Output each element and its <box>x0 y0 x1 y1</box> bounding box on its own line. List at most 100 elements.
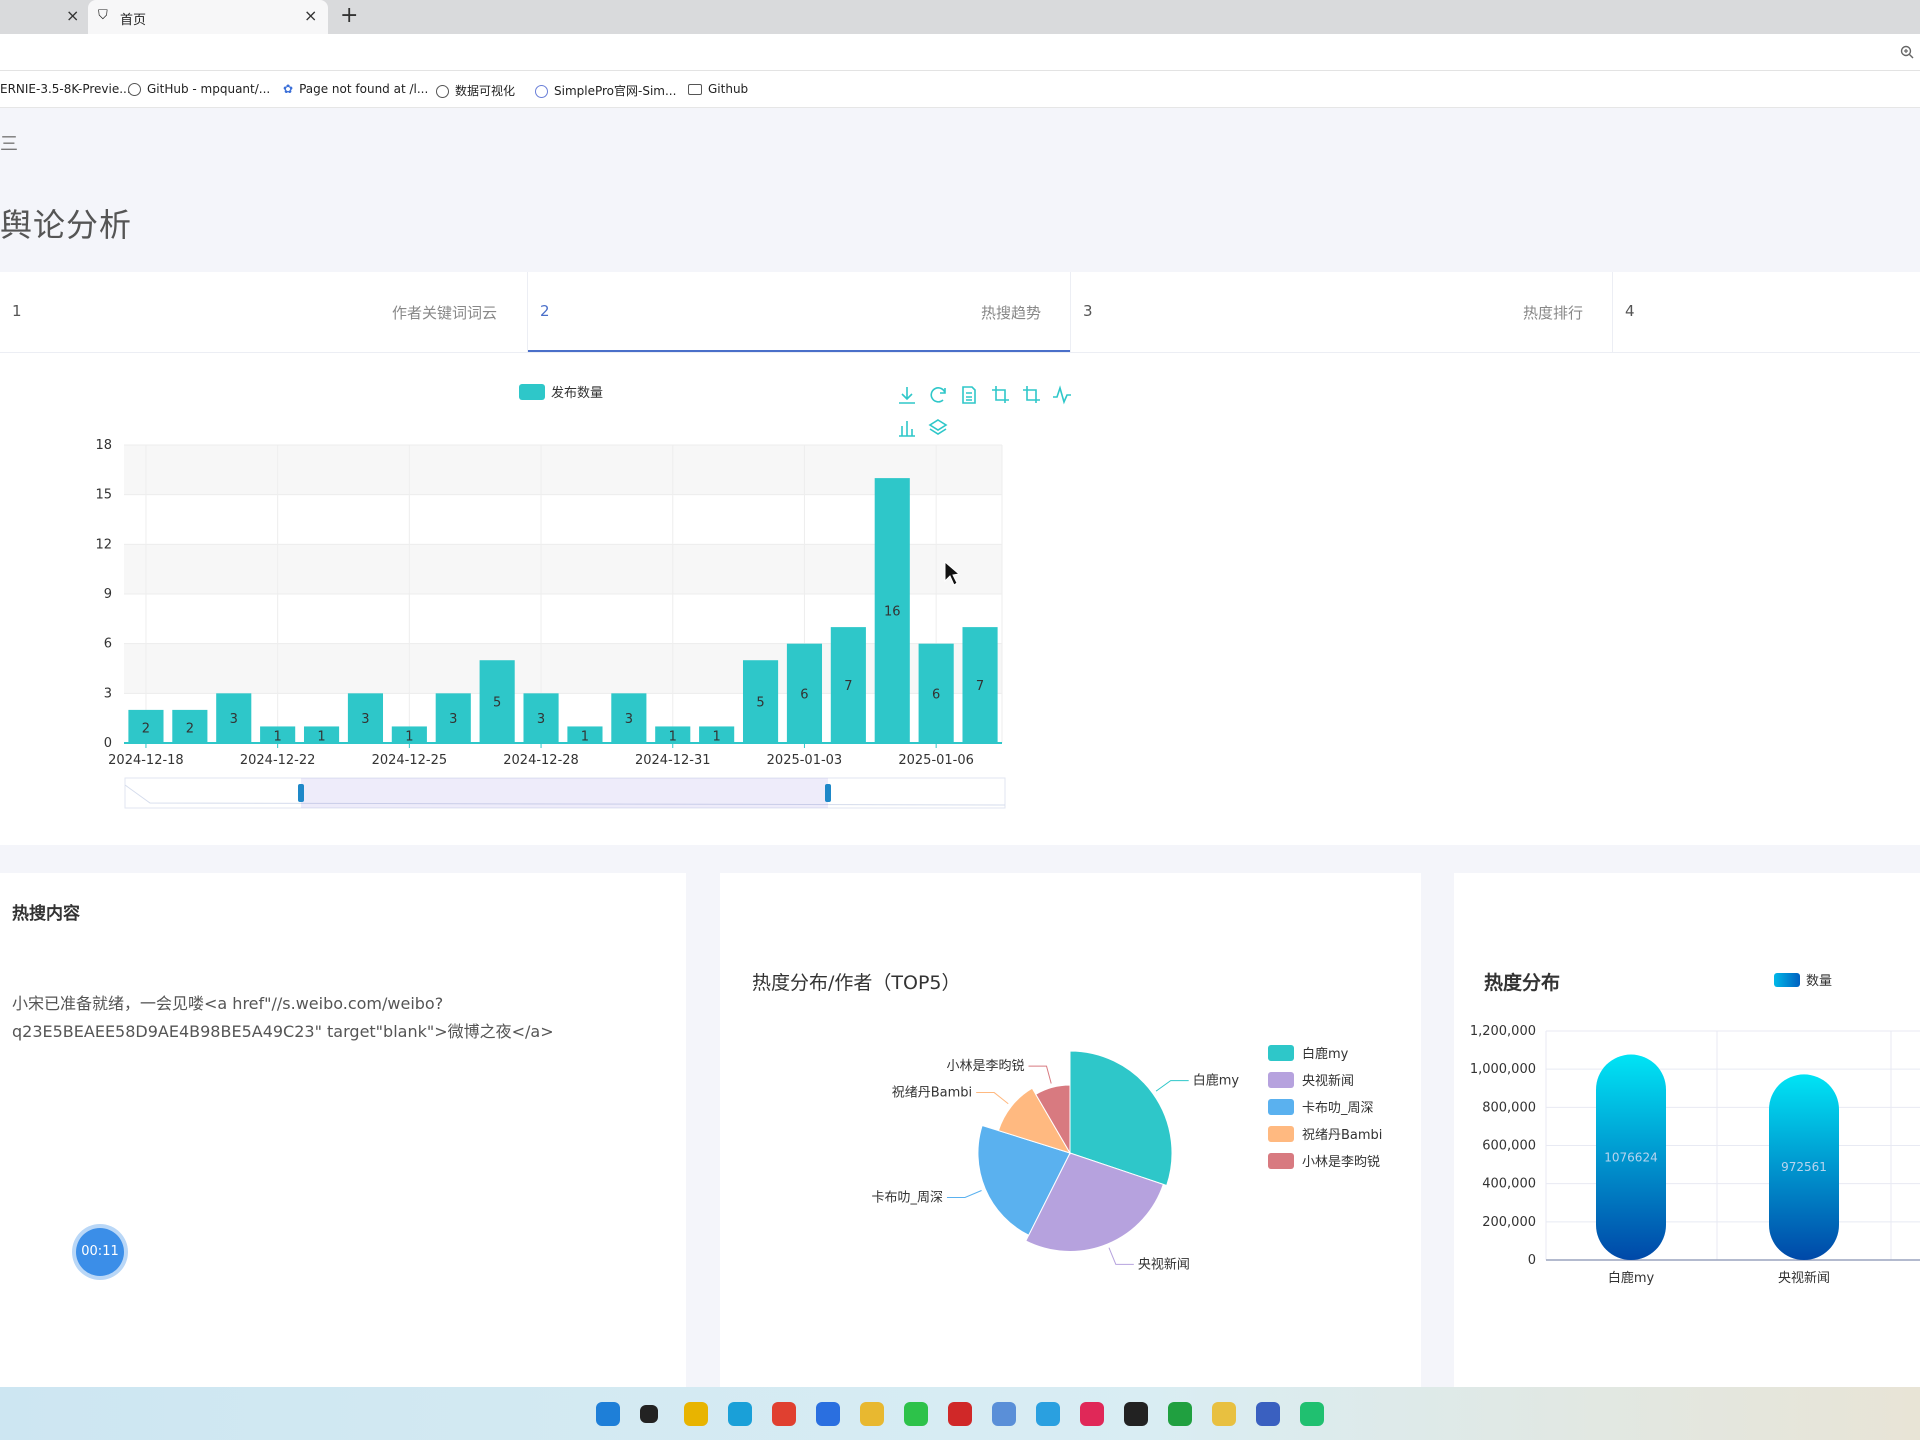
step-hot-ranking[interactable]: 3 热度排行 <box>1071 272 1612 352</box>
task-view-icon[interactable] <box>640 1405 658 1423</box>
bar-value-label: 2 <box>186 721 194 736</box>
site-icon <box>535 85 548 98</box>
tab-title: 首页 <box>120 13 147 28</box>
close-tab-icon[interactable]: × <box>66 6 79 25</box>
zoom-reset-icon-path <box>1023 386 1040 403</box>
label-leader-line <box>1108 1247 1134 1265</box>
zoom-reset-icon[interactable] <box>1023 386 1040 403</box>
wechat-icon[interactable] <box>904 1402 928 1426</box>
os-taskbar <box>0 1387 1920 1440</box>
label-leader-line <box>976 1092 1009 1105</box>
zoom-icon[interactable] <box>992 386 1009 403</box>
x-tick-label: 2024-12-25 <box>372 753 448 768</box>
step-number: 1 <box>12 302 22 320</box>
y-tick-label: 3 <box>104 686 112 701</box>
network-app-icon[interactable] <box>992 1402 1016 1426</box>
legend-label[interactable]: 祝绪丹Bambi <box>1302 1128 1382 1143</box>
bar-value-label: 3 <box>537 712 545 727</box>
pycharm-icon[interactable] <box>1300 1402 1324 1426</box>
legend-swatch[interactable] <box>1774 973 1800 987</box>
legend-swatch[interactable] <box>519 384 545 400</box>
legend-swatch[interactable] <box>1268 1153 1294 1169</box>
x-tick-label: 2024-12-28 <box>503 753 579 768</box>
bookmark-item[interactable]: GitHub - mpquant/... <box>128 82 270 96</box>
browser-tab[interactable]: × <box>0 0 86 34</box>
legend-label[interactable]: 数量 <box>1806 974 1832 989</box>
plot-band <box>124 693 1002 743</box>
legend-swatch[interactable] <box>1268 1072 1294 1088</box>
y-tick-label: 15 <box>95 488 112 503</box>
legend-swatch[interactable] <box>1268 1099 1294 1115</box>
bookmark-item[interactable]: Github <box>688 82 748 96</box>
new-tab-button[interactable]: + <box>340 3 358 28</box>
bar-value-label: 3 <box>449 712 457 727</box>
globe-icon <box>436 85 449 98</box>
edge-browser-icon[interactable] <box>728 1402 752 1426</box>
data-view-icon[interactable] <box>962 386 976 404</box>
plot-band <box>124 494 1002 545</box>
step-four[interactable]: 4 <box>1613 272 1920 352</box>
close-tab-icon[interactable]: × <box>304 6 317 25</box>
stack-icon[interactable] <box>928 419 948 435</box>
step-hot-trend[interactable]: 2 热搜趋势 <box>528 272 1070 352</box>
shield-app-icon[interactable] <box>684 1402 708 1426</box>
legend-label[interactable]: 小林是李昀锐 <box>1302 1155 1380 1170</box>
start-icon[interactable] <box>596 1402 620 1426</box>
app-icon[interactable] <box>1080 1402 1104 1426</box>
bookmark-item[interactable]: ✿ Page not found at /l... <box>283 82 428 96</box>
app-icon[interactable] <box>1168 1402 1192 1426</box>
step-word-cloud[interactable]: 1 作者关键词词云 <box>0 272 527 352</box>
y-tick-label: 18 <box>95 438 112 453</box>
timer-badge[interactable]: 00:11 <box>76 1228 124 1276</box>
address-bar[interactable] <box>0 34 1920 71</box>
legend-label[interactable]: 卡布叻_周深 <box>1302 1101 1374 1116</box>
bar-icon[interactable] <box>899 421 915 437</box>
hot-search-card: 热搜内容 <box>0 873 686 1387</box>
refresh-icon[interactable] <box>930 387 946 403</box>
zoom-icon[interactable] <box>1900 45 1914 59</box>
bar-value-label: 16 <box>884 605 901 620</box>
step-number: 2 <box>540 302 550 320</box>
pie-label: 白鹿my <box>1193 1073 1240 1089</box>
legend-swatch[interactable] <box>1268 1045 1294 1061</box>
y-tick-label: 400,000 <box>1482 1177 1536 1192</box>
chat-app-icon[interactable] <box>1036 1402 1060 1426</box>
line-icon[interactable] <box>1053 385 1071 405</box>
app-icon[interactable] <box>816 1402 840 1426</box>
bar-value-label: 6 <box>932 687 940 702</box>
app-icon[interactable] <box>1212 1402 1236 1426</box>
datazoom-handle-left[interactable] <box>298 784 304 802</box>
browser-tab-bar: × ⛉ 首页 × + <box>0 0 1920 34</box>
publish-count-bar-chart: 03691215182 231 131353131 156716672024-12-1… <box>95 384 1071 809</box>
legend-label[interactable]: 发布数量 <box>551 385 603 401</box>
legend-label[interactable]: 央视新闻 <box>1302 1073 1354 1089</box>
legend-swatch[interactable] <box>1268 1126 1294 1142</box>
download-icon[interactable] <box>899 387 915 404</box>
globe-icon <box>128 83 141 96</box>
y-tick-label: 800,000 <box>1482 1100 1536 1115</box>
legend-label[interactable]: 白鹿my <box>1302 1046 1349 1062</box>
pie-label: 卡布叻_周深 <box>871 1191 943 1206</box>
browser-tab-active[interactable]: ⛉ 首页 × <box>88 0 328 34</box>
datazoom-window[interactable] <box>301 778 828 808</box>
qq-icon[interactable] <box>1124 1402 1148 1426</box>
hot-search-line: 小宋已准备就绪，一会见喽<a href"//s.weibo.com/weibo? <box>12 994 444 1013</box>
x-tick-label: 2024-12-31 <box>635 753 711 768</box>
menu-icon[interactable]: 三 <box>0 130 18 156</box>
bookmark-label: 数据可视化 <box>455 84 516 98</box>
bookmark-item[interactable]: 数据可视化 <box>436 82 515 99</box>
y-tick-label: 6 <box>104 637 112 652</box>
step-label: 热度排行 <box>1523 304 1584 322</box>
datazoom-handle-right[interactable] <box>825 784 831 802</box>
app-icon[interactable] <box>948 1402 972 1426</box>
bookmark-item[interactable]: SimplePro官网-Sim... <box>535 82 676 99</box>
app-icon[interactable] <box>1256 1402 1280 1426</box>
bookmark-item[interactable]: ERNIE-3.5-8K-Previe... <box>0 82 131 96</box>
x-tick-label: 白鹿my <box>1608 1270 1655 1286</box>
bookmark-label: Github <box>708 82 749 96</box>
pie-label: 小林是李昀锐 <box>946 1059 1024 1074</box>
folder-icon[interactable] <box>860 1402 884 1426</box>
bar-icon-path <box>899 421 915 437</box>
chrome-icon[interactable] <box>772 1402 796 1426</box>
step-number: 4 <box>1625 302 1635 320</box>
